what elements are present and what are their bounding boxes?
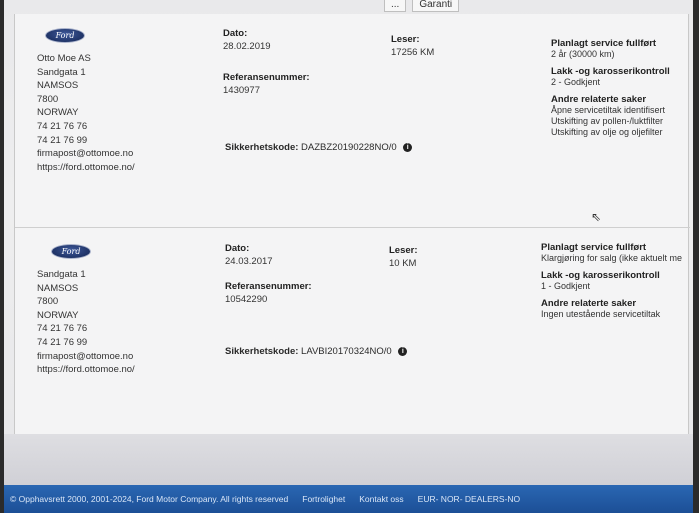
security-label: Sikkerhetskode: [225,142,299,153]
other-label: Andre relaterte saker [551,94,647,105]
dealer-phone: 74 21 76 76 [37,323,88,335]
date-label: Dato: [223,28,248,39]
ref-label: Referansenummer: [223,72,310,83]
date-value: 24.03.2017 [225,256,273,267]
ref-value: 1430977 [223,85,260,96]
security-code-row: Sikkerhetskode: LAVBI20170324NO/0 i [225,346,408,357]
reading-label: Leser: [391,34,420,45]
dealer-street: Sandgata 1 [37,269,86,280]
dealer-city: NAMSOS [37,282,79,294]
dealer-city: NAMSOS [37,80,79,92]
dealer-phone: 74 21 76 76 [37,120,88,132]
ref-value: 10542290 [225,294,268,305]
dealer-fax: 74 21 76 99 [37,134,88,146]
dealer-zip: 7800 [37,296,59,308]
other-item: Ingen utestående servicetiltak [541,309,661,319]
other-label: Andre relaterte saker [541,298,637,309]
dealer-info: Otto Moe AS Sandgata 1 NAMSOS 7800 NORWA… [37,52,135,174]
footer-copyright: © Opphavsrett 2000, 2001-2024, Ford Moto… [10,494,289,504]
service-record-1: Ford Otto Moe AS Sandgata 1 NAMSOS 7800 … [15,14,690,228]
footer-contact-link[interactable]: Kontakt oss [359,494,403,504]
dealer-info: Sandgata 1 NAMSOS 7800 NORWAY 74 21 76 7… [37,268,135,377]
dealer-email[interactable]: firmapost@ottomoe.no [37,350,135,364]
date-label: Dato: [225,243,250,254]
paint-value: 2 - Godkjent [551,77,601,87]
service-summary: Planlagt service fullført 2 år (30000 km… [551,38,670,138]
tab-unknown[interactable]: ... [384,0,407,12]
paint-label: Lakk -og karosserikontroll [541,270,660,281]
reading-value: 10 KM [389,258,417,269]
security-code-row: Sikkerhetskode: DAZBZ20190228NO/0 i [225,142,413,153]
dealer-country: NORWAY [37,107,79,119]
info-icon[interactable]: i [398,346,408,356]
dealer-country: NORWAY [37,309,79,321]
service-label: Planlagt service fullført [541,242,647,253]
screen: ... Garanti Ford Otto Moe AS Sandgata 1 … [4,0,693,513]
dealer-fax: 74 21 76 99 [37,336,88,348]
top-tabs: ... Garanti [384,0,554,14]
service-label: Planlagt service fullført [551,38,657,49]
paint-label: Lakk -og karosserikontroll [551,66,670,77]
site-footer: © Opphavsrett 2000, 2001-2024, Ford Moto… [4,485,693,513]
service-history-panel: Ford Otto Moe AS Sandgata 1 NAMSOS 7800 … [14,14,690,434]
other-item: Åpne servicetiltak identifisert [551,105,666,115]
info-icon[interactable]: i [403,142,413,152]
ford-logo-icon: Ford [45,28,85,43]
footer-privacy-link[interactable]: Fortrolighet [302,494,345,504]
ref-label: Referansenummer: [225,281,312,292]
security-value: DAZBZ20190228NO/0 [301,142,397,153]
date-value: 28.02.2019 [223,41,271,52]
dealer-street: Sandgata 1 [37,66,86,78]
service-value: 2 år (30000 km) [551,49,615,59]
security-label: Sikkerhetskode: [225,346,299,357]
dealer-name: Otto Moe AS [37,53,91,64]
paint-value: 1 - Godkjent [541,281,591,291]
dealer-url[interactable]: https://ford.ottomoe.no/ [37,363,135,377]
other-item: Utskifting av pollen-/luktfilter [551,116,664,126]
dealer-zip: 7800 [37,93,59,105]
ford-logo-icon: Ford [51,244,91,259]
reading-label: Leser: [389,245,418,256]
page-bottom-area [4,434,693,485]
service-summary: Planlagt service fullført Klargjøring fo… [541,242,682,320]
tab-garanti[interactable]: Garanti [412,0,460,12]
service-record-2: Ford Sandgata 1 NAMSOS 7800 NORWAY 74 21… [15,228,690,434]
mouse-cursor-icon: ⇖ [591,210,602,224]
dealer-url[interactable]: https://ford.ottomoe.no/ [37,161,135,175]
dealer-email[interactable]: firmapost@ottomoe.no [37,147,135,161]
other-item: Utskifting av olje og oljefilter [551,127,663,137]
service-value: Klargjøring for salg (ikke aktuelt me [541,253,683,263]
security-value: LAVBI20170324NO/0 [301,346,392,357]
reading-value: 17256 KM [391,47,435,58]
footer-region: EUR- NOR- DEALERS-NO [417,494,521,504]
